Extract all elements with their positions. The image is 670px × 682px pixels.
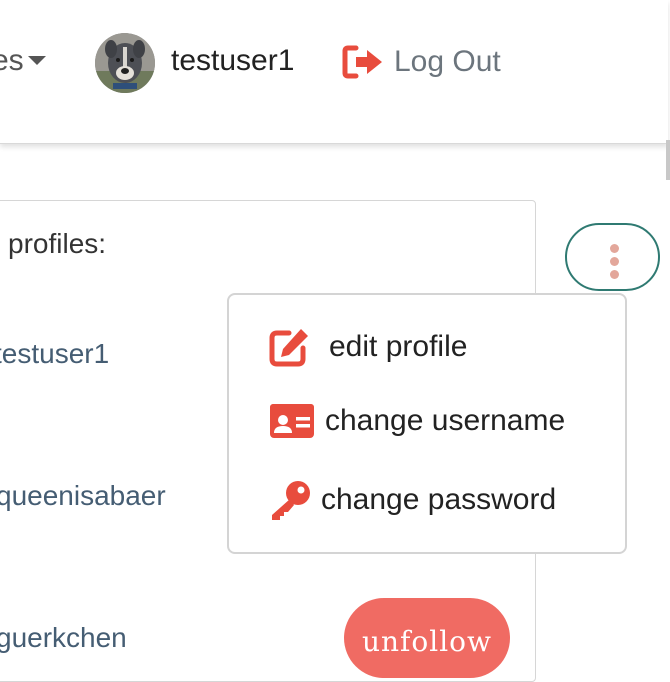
menu-item-edit-profile[interactable]: edit profile (269, 327, 467, 367)
edit-icon (269, 329, 308, 367)
kebab-dot (610, 244, 619, 253)
caret-down-icon[interactable] (28, 56, 46, 65)
menu-item-label: change password (321, 483, 557, 516)
profile-link-testuser1[interactable]: testuser1 (0, 338, 109, 370)
profile-link-queenisabaer[interactable]: queenisabaer (0, 480, 166, 512)
key-icon (272, 481, 310, 520)
id-card-icon (270, 404, 314, 438)
unfollow-label: unfollow (361, 625, 493, 658)
menu-item-label: change username (325, 404, 566, 437)
menu-item-change-username[interactable]: change username (269, 403, 565, 439)
menu-item-change-password[interactable]: change password (269, 479, 556, 521)
profile-options-button[interactable] (565, 223, 660, 291)
scrollbar-thumb[interactable] (666, 140, 670, 180)
logout-button[interactable]: Log Out (342, 44, 501, 80)
profile-options-dropdown: edit profile change username change pass… (227, 293, 627, 554)
dog-avatar-image (95, 33, 155, 93)
profiles-heading: profiles: (8, 228, 107, 259)
profile-link-guerkchen[interactable]: guerkchen (0, 622, 127, 654)
navbar: es testuser1 Log Out (0, 0, 668, 144)
kebab-dot (610, 257, 619, 266)
kebab-dot (610, 270, 619, 279)
menu-item-label: edit profile (329, 330, 468, 363)
unfollow-button[interactable]: unfollow (344, 598, 510, 678)
avatar[interactable] (95, 33, 155, 93)
navbar-username[interactable]: testuser1 (171, 44, 294, 78)
sign-out-icon (342, 45, 382, 79)
logout-label: Log Out (394, 45, 501, 78)
nav-dropdown-label[interactable]: es (0, 44, 24, 78)
